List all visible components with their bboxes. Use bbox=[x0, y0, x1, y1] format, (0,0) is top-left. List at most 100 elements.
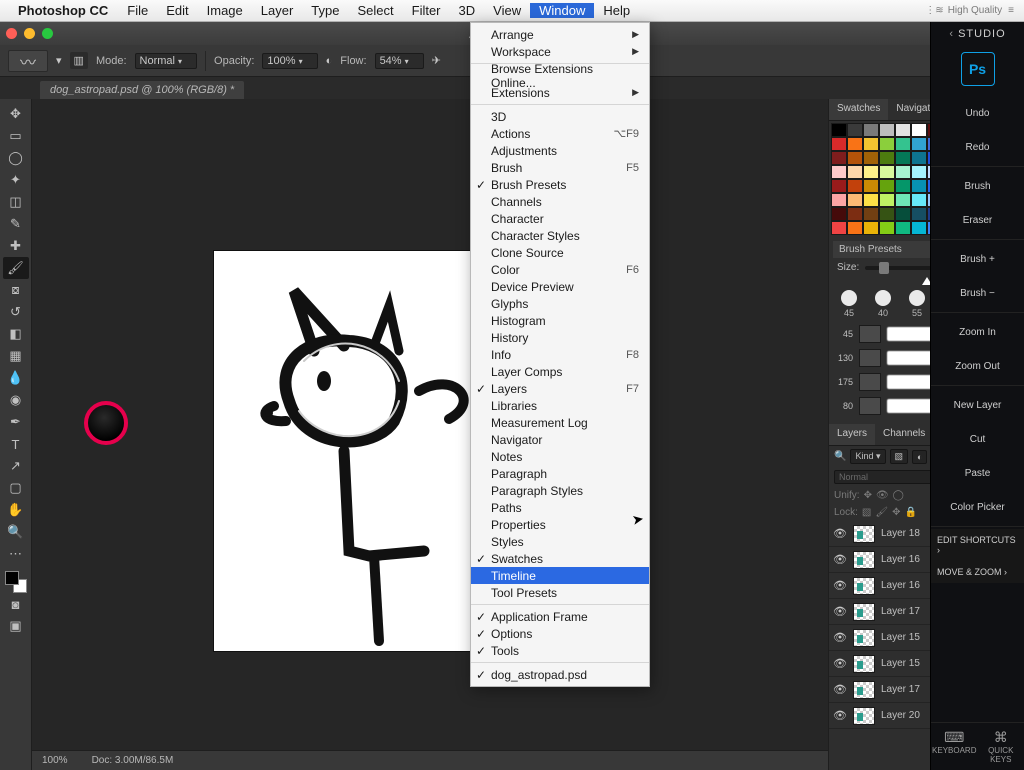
path-tool-icon[interactable]: ↗ bbox=[3, 455, 29, 477]
lasso-tool-icon[interactable]: ◯ bbox=[3, 147, 29, 169]
swatch[interactable] bbox=[911, 193, 927, 207]
swatch[interactable] bbox=[847, 179, 863, 193]
menu-filter[interactable]: Filter bbox=[403, 3, 450, 18]
swatch[interactable] bbox=[911, 137, 927, 151]
menu-item-color[interactable]: ColorF6 bbox=[471, 261, 649, 278]
move-tool-icon[interactable]: ✥ bbox=[3, 103, 29, 125]
swatch[interactable] bbox=[879, 179, 895, 193]
menu-item-properties[interactable]: Properties bbox=[471, 516, 649, 533]
menu-image[interactable]: Image bbox=[198, 3, 252, 18]
gradient-tool-icon[interactable]: ▦ bbox=[3, 345, 29, 367]
brush-tip[interactable]: 45 bbox=[835, 290, 863, 318]
menu-item-dog-astropad-psd[interactable]: ✓dog_astropad.psd bbox=[471, 666, 649, 683]
swatch[interactable] bbox=[847, 221, 863, 235]
layer-thumbnail[interactable] bbox=[853, 629, 875, 647]
menu-item-character-styles[interactable]: Character Styles bbox=[471, 227, 649, 244]
blur-tool-icon[interactable]: 💧 bbox=[3, 367, 29, 389]
studio-brush-[interactable]: Brush + bbox=[931, 242, 1024, 276]
lock-pos-icon[interactable]: ✥ bbox=[892, 507, 900, 518]
visibility-icon[interactable]: 👁 bbox=[833, 527, 847, 540]
swatch[interactable] bbox=[895, 123, 911, 137]
swatch[interactable] bbox=[847, 207, 863, 221]
shape-tool-icon[interactable]: ▢ bbox=[3, 477, 29, 499]
menu-item-3d[interactable]: 3D bbox=[471, 108, 649, 125]
menu-item-extensions[interactable]: Extensions▶ bbox=[471, 84, 649, 101]
menu-item-tools[interactable]: ✓Tools bbox=[471, 642, 649, 659]
type-tool-icon[interactable]: T bbox=[3, 433, 29, 455]
menu-file[interactable]: File bbox=[118, 3, 157, 18]
studio-brush-[interactable]: Brush − bbox=[931, 276, 1024, 310]
stamp-tool-icon[interactable]: ⧇ bbox=[3, 279, 29, 301]
swatch[interactable] bbox=[831, 165, 847, 179]
swatch[interactable] bbox=[895, 221, 911, 235]
swatch[interactable] bbox=[831, 179, 847, 193]
menu-item-workspace[interactable]: Workspace▶ bbox=[471, 43, 649, 60]
studio-zoom-out[interactable]: Zoom Out bbox=[931, 349, 1024, 383]
menu-item-layers[interactable]: ✓LayersF7 bbox=[471, 380, 649, 397]
menu-item-tool-presets[interactable]: Tool Presets bbox=[471, 584, 649, 601]
swatch[interactable] bbox=[895, 179, 911, 193]
menu-type[interactable]: Type bbox=[302, 3, 348, 18]
brush-picker-icon[interactable]: ▾ bbox=[56, 54, 62, 67]
menu-item-browse-extensions-online-[interactable]: Browse Extensions Online... bbox=[471, 67, 649, 84]
layer-thumbnail[interactable] bbox=[853, 551, 875, 569]
more-tools-icon[interactable]: ⋯ bbox=[3, 543, 29, 565]
unify-style-icon[interactable]: ◯ bbox=[893, 490, 904, 501]
swatch[interactable] bbox=[895, 207, 911, 221]
menu-select[interactable]: Select bbox=[348, 3, 402, 18]
studio-undo[interactable]: Undo bbox=[931, 96, 1024, 130]
hand-tool-icon[interactable]: ✋ bbox=[3, 499, 29, 521]
swatch[interactable] bbox=[863, 137, 879, 151]
menu-help[interactable]: Help bbox=[594, 3, 639, 18]
menu-item-paragraph[interactable]: Paragraph bbox=[471, 465, 649, 482]
swatch[interactable] bbox=[863, 151, 879, 165]
menu-item-notes[interactable]: Notes bbox=[471, 448, 649, 465]
document-canvas[interactable] bbox=[214, 251, 502, 651]
visibility-icon[interactable]: 👁 bbox=[833, 579, 847, 592]
swatch[interactable] bbox=[879, 193, 895, 207]
swatch[interactable] bbox=[831, 151, 847, 165]
menu-item-paths[interactable]: Paths bbox=[471, 499, 649, 516]
swatch[interactable] bbox=[847, 165, 863, 179]
menu-item-layer-comps[interactable]: Layer Comps bbox=[471, 363, 649, 380]
swatch[interactable] bbox=[863, 193, 879, 207]
menu-item-styles[interactable]: Styles bbox=[471, 533, 649, 550]
swatch[interactable] bbox=[879, 221, 895, 235]
lock-paint-icon[interactable]: 🖌 bbox=[875, 507, 888, 518]
menu-lines-icon[interactable]: ≡ bbox=[1008, 5, 1014, 16]
visibility-icon[interactable]: 👁 bbox=[833, 683, 847, 696]
swatch[interactable] bbox=[895, 165, 911, 179]
flow-select[interactable]: 54% ▾ bbox=[375, 53, 424, 69]
filter-pixel-icon[interactable]: ▧ bbox=[890, 449, 909, 464]
move-zoom-header[interactable]: MOVE & ZOOM › bbox=[931, 561, 1024, 583]
swatch[interactable] bbox=[831, 221, 847, 235]
swatch[interactable] bbox=[863, 165, 879, 179]
swatches-tab[interactable]: Swatches bbox=[829, 99, 888, 120]
menu-item-swatches[interactable]: ✓Swatches bbox=[471, 550, 649, 567]
dodge-tool-icon[interactable]: ◉ bbox=[3, 389, 29, 411]
swatch[interactable] bbox=[863, 207, 879, 221]
filter-icon[interactable]: 🔍 bbox=[834, 451, 846, 462]
swatch[interactable] bbox=[831, 123, 847, 137]
menu-item-timeline[interactable]: Timeline bbox=[471, 567, 649, 584]
blend-mode-select[interactable]: Normal ▾ bbox=[135, 53, 198, 69]
eyedropper-tool-icon[interactable]: ✎ bbox=[3, 213, 29, 235]
color-swatches[interactable] bbox=[5, 571, 27, 593]
swatch[interactable] bbox=[895, 137, 911, 151]
menu-item-clone-source[interactable]: Clone Source bbox=[471, 244, 649, 261]
menu-3d[interactable]: 3D bbox=[450, 3, 485, 18]
swatch[interactable] bbox=[863, 221, 879, 235]
menu-item-measurement-log[interactable]: Measurement Log bbox=[471, 414, 649, 431]
opacity-select[interactable]: 100% ▾ bbox=[262, 53, 317, 69]
pressure-opacity-icon[interactable]: ◐ bbox=[326, 55, 333, 67]
pen-tool-icon[interactable]: ✒ bbox=[3, 411, 29, 433]
healing-tool-icon[interactable]: ✚ bbox=[3, 235, 29, 257]
swatch[interactable] bbox=[831, 193, 847, 207]
document-tab[interactable]: dog_astropad.psd @ 100% (RGB/8) * bbox=[40, 81, 244, 99]
studio-eraser[interactable]: Eraser bbox=[931, 203, 1024, 237]
swatch[interactable] bbox=[879, 123, 895, 137]
swatch[interactable] bbox=[895, 193, 911, 207]
menu-item-application-frame[interactable]: ✓Application Frame bbox=[471, 608, 649, 625]
window-menu-dropdown[interactable]: Arrange▶Workspace▶Browse Extensions Onli… bbox=[470, 22, 650, 687]
quickmask-icon[interactable]: ◙ bbox=[3, 593, 29, 615]
